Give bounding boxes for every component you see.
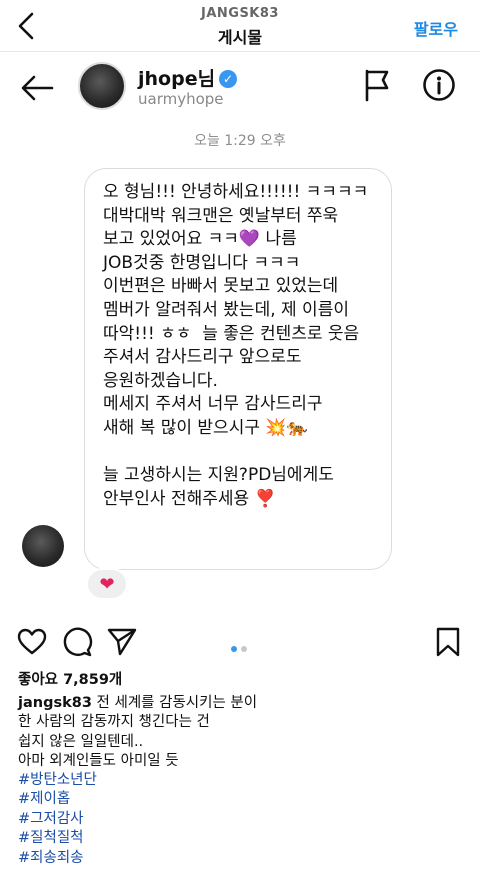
post-caption: jangsk83 전 세계를 감동시키는 분이 한 사람의 감동까지 챙긴다는 … (18, 694, 458, 772)
carousel-dot-active (231, 646, 237, 652)
profile-name[interactable]: jhope님 ✓ (138, 64, 238, 91)
heart-reaction-icon[interactable]: ❤ (86, 568, 128, 600)
post-action-bar (0, 620, 480, 664)
message-text: 오 형님!!! 안녕하세요!!!!!! ㅋㅋㅋㅋ 대박대박 워크맨은 옛날부터 … (103, 182, 369, 509)
profile-handle: uarmyhope (138, 90, 224, 108)
follow-button[interactable]: 팔로우 (414, 16, 458, 40)
caption-line: jangsk83 전 세계를 감동시키는 분이 (18, 694, 458, 713)
top-nav-bar: JANGSK83 게시물 팔로우 (0, 0, 480, 52)
carousel-indicator (231, 637, 251, 656)
caption-text: 아마 외계인들도 아미일 듯 (18, 753, 179, 770)
caption-text: 쉽지 않은 일일텐데.. (18, 733, 144, 750)
hashtag-link[interactable]: #그저감사 (18, 810, 97, 829)
message-timestamp: 오늘 1:29 오후 (194, 133, 286, 149)
arrow-left-icon[interactable] (18, 70, 58, 106)
profile-name-text: jhope님 (138, 68, 216, 90)
page-title: 게시물 (217, 28, 263, 47)
profile-avatar[interactable] (78, 62, 126, 110)
account-username: JANGSK83 (201, 6, 279, 21)
hashtag-link[interactable]: #죄송죄송 (18, 849, 97, 868)
caption-username[interactable]: jangsk83 (18, 695, 92, 711)
info-icon[interactable] (422, 68, 456, 102)
hashtag-list: #방탄소년단 #제이홉 #그저감사 #질척질척 #죄송죄송 (18, 771, 97, 868)
caption-text: 한 사람의 감동까지 챙긴다는 건 (18, 714, 210, 731)
heart-icon[interactable] (16, 626, 48, 658)
dm-header: jhope님 ✓ uarmyhope (0, 52, 480, 124)
hashtag-link[interactable]: #제이홉 (18, 790, 97, 809)
sender-avatar[interactable] (22, 525, 64, 567)
message-bubble: 오 형님!!! 안녕하세요!!!!!! ㅋㅋㅋㅋ 대박대박 워크맨은 옛날부터 … (84, 168, 392, 570)
bookmark-icon[interactable] (432, 626, 464, 658)
carousel-dot (241, 646, 247, 652)
like-count[interactable]: 좋아요 7,859개 (18, 668, 122, 689)
caption-text: 전 세계를 감동시키는 분이 (96, 695, 258, 711)
flag-icon[interactable] (362, 68, 392, 102)
hashtag-link[interactable]: #방탄소년단 (18, 771, 97, 790)
hashtag-link[interactable]: #질척질척 (18, 829, 97, 848)
send-icon[interactable] (106, 626, 138, 658)
comment-icon[interactable] (61, 626, 93, 658)
verified-badge-icon: ✓ (219, 70, 238, 88)
